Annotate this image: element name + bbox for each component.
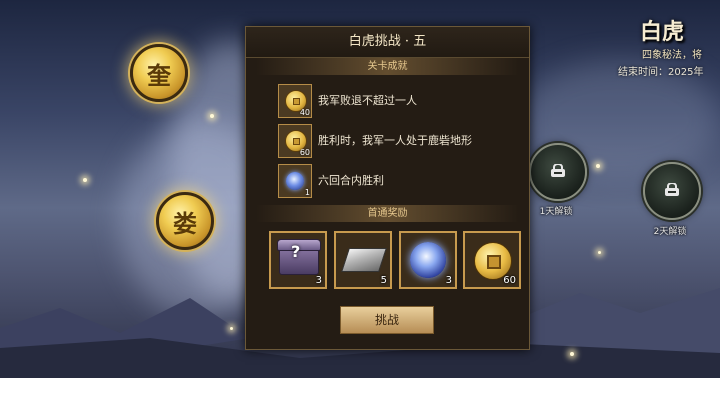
reward-slot-blue-orb[interactable]: 3: [399, 231, 457, 289]
rewards-header: 首通奖励: [256, 205, 519, 222]
reward-slot-silver-bar[interactable]: 5: [334, 231, 392, 289]
orb-icon: 1: [278, 164, 312, 198]
challenge-button[interactable]: 挑战: [340, 306, 434, 334]
achievement-text: 六回合内胜利: [318, 174, 384, 187]
achievement-row: 60 胜利时，我军一人处于鹿砦地形: [278, 123, 500, 159]
stage-node-label: 娄: [173, 208, 197, 238]
achievement-text: 我军败退不超过一人: [318, 94, 417, 107]
sparkle: [596, 164, 600, 168]
sparkle: [570, 352, 574, 356]
unlock-countdown-label: 2天解锁: [653, 227, 687, 237]
panel-title: 白虎挑战 · 五: [246, 27, 529, 58]
achievements-header: 关卡成就: [256, 58, 519, 75]
event-end-time: 结束时间：2025年: [618, 67, 704, 78]
reward-qty: 5: [380, 275, 387, 286]
reward-slot-mystery-chest[interactable]: ? 3: [269, 231, 327, 289]
silver-bar-icon: [341, 248, 387, 272]
stage-node-kui[interactable]: 奎: [130, 44, 188, 102]
sparkle: [210, 114, 214, 118]
coin-icon: 60: [278, 124, 312, 158]
event-title: 白虎: [640, 19, 685, 45]
reward-qty: 60: [503, 275, 516, 286]
achievement-text: 胜利时，我军一人处于鹿砦地形: [318, 134, 472, 147]
achievement-reward-qty: 40: [299, 108, 310, 117]
game-scene: 奎 娄 1天解锁 2天解锁 白虎 四象秘法，将 结束时间：2025年 白虎挑战 …: [0, 0, 720, 378]
reward-qty: 3: [445, 275, 452, 286]
achievement-reward-qty: 1: [304, 188, 310, 197]
unlock-countdown-label: 1天解锁: [539, 207, 573, 217]
sparkle: [230, 327, 233, 330]
event-subtitle: 四象秘法，将: [642, 50, 702, 61]
lock-icon: [665, 183, 679, 196]
reward-slot-gold-coin[interactable]: 60: [463, 231, 521, 289]
stage-node-label: 奎: [147, 60, 171, 90]
locked-stage-node[interactable]: [529, 143, 587, 201]
achievement-row: 40 我军败退不超过一人: [278, 83, 500, 119]
sparkle: [598, 251, 601, 254]
sparkle: [83, 178, 87, 182]
coin-icon: 40: [278, 84, 312, 118]
challenge-panel: 白虎挑战 · 五 关卡成就 40 我军败退不超过一人 60 胜利时，我军一人处于…: [245, 26, 530, 350]
blue-orb-icon: [410, 242, 446, 278]
reward-qty: 3: [315, 275, 322, 286]
stage-node-lou[interactable]: 娄: [156, 192, 214, 250]
achievement-row: 1 六回合内胜利: [278, 163, 500, 199]
locked-stage-node[interactable]: [643, 162, 701, 220]
achievement-reward-qty: 60: [299, 148, 310, 157]
lock-icon: [551, 164, 565, 177]
